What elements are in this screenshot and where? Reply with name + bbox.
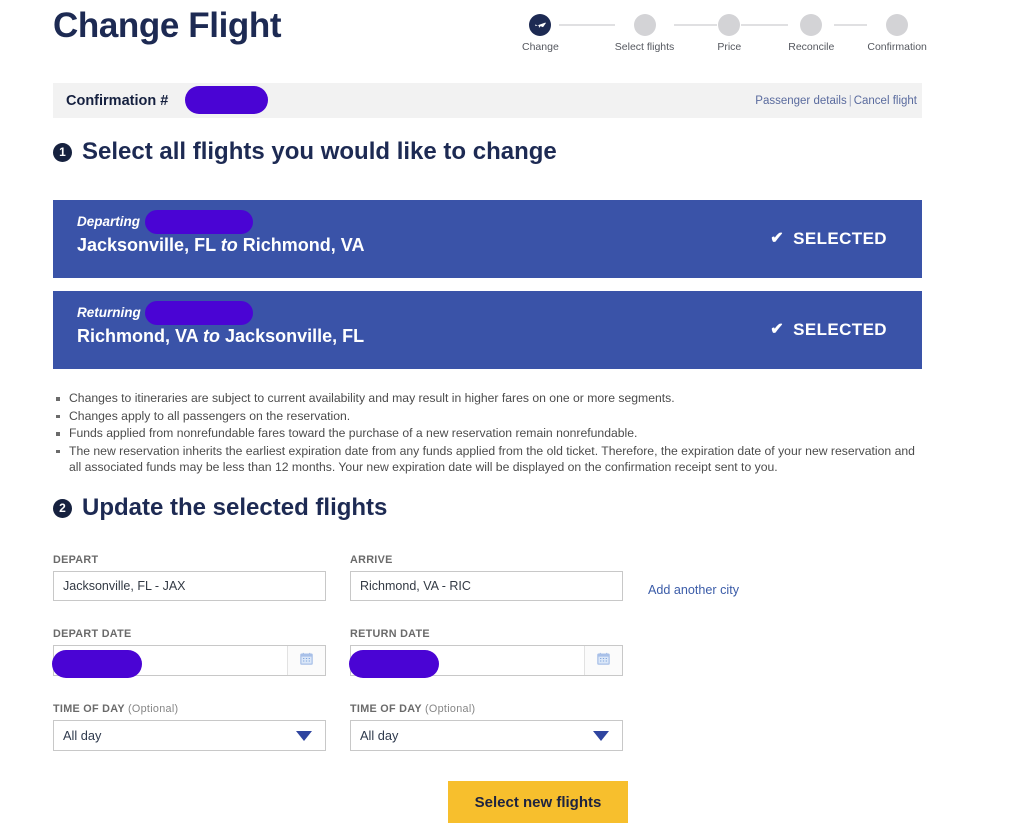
- step-label-confirmation: Confirmation: [867, 41, 927, 53]
- arrive-label: ARRIVE: [350, 554, 393, 566]
- section-one-heading: 1 Select all flights you would like to c…: [53, 138, 557, 166]
- confirmation-bar-links: Passenger details | Cancel flight: [755, 95, 917, 107]
- redaction-confirmation-number: [185, 86, 268, 114]
- list-item: Changes to itineraries are subject to cu…: [53, 390, 925, 407]
- returning-destination: Jacksonville, FL: [225, 326, 365, 346]
- step-connector-1: [558, 24, 615, 26]
- select-new-flights-button[interactable]: Select new flights: [448, 781, 628, 823]
- change-policy-notes: Changes to itineraries are subject to cu…: [53, 390, 925, 477]
- departing-selected-badge: ✔ SELECTED: [770, 229, 887, 249]
- depart-field-group: DEPART: [53, 554, 326, 601]
- time-of-day-depart-optional: (Optional): [128, 703, 179, 715]
- time-of-day-return-group: TIME OF DAY (Optional) All day: [350, 703, 623, 751]
- check-icon: ✔: [770, 321, 785, 338]
- time-of-day-return-select[interactable]: All day: [350, 720, 623, 751]
- depart-date-label: DEPART DATE: [53, 628, 132, 640]
- arrive-field-group: ARRIVE: [350, 554, 623, 601]
- depart-input[interactable]: [53, 571, 326, 601]
- returning-selected-label: SELECTED: [793, 320, 887, 339]
- list-item: The new reservation inherits the earlies…: [53, 443, 925, 476]
- add-another-city-link[interactable]: Add another city: [648, 583, 739, 597]
- time-of-day-depart-group: TIME OF DAY (Optional) All day: [53, 703, 326, 751]
- returning-selected-badge: ✔ SELECTED: [770, 320, 887, 340]
- departing-connector: to: [220, 235, 238, 255]
- step-dot-select-flights: [633, 14, 656, 36]
- chevron-down-icon: [593, 730, 609, 741]
- step-change[interactable]: Change: [522, 14, 559, 53]
- time-of-day-return-label-text: TIME OF DAY: [350, 703, 422, 715]
- step-connector-2: [674, 24, 718, 26]
- returning-origin: Richmond, VA: [77, 326, 198, 346]
- time-of-day-depart-label: TIME OF DAY (Optional): [53, 703, 326, 715]
- calendar-icon: [596, 651, 611, 671]
- return-date-calendar-button[interactable]: [584, 646, 622, 675]
- depart-date-calendar-button[interactable]: [287, 646, 325, 675]
- returning-connector: to: [203, 326, 221, 346]
- calendar-icon: [299, 651, 314, 671]
- step-label-price: Price: [717, 41, 742, 53]
- step-price[interactable]: Price: [717, 14, 741, 53]
- confirmation-bar: Confirmation # Passenger details | Cancel …: [53, 83, 922, 118]
- progress-stepper: Change Select flights Price Reconcile Co: [522, 14, 927, 53]
- time-of-day-return-value: All day: [360, 728, 399, 743]
- section-two-number: 2: [53, 498, 72, 518]
- flight-card-returning-route: Richmond, VA to Jacksonville, FL: [77, 325, 364, 347]
- page-title: Change Flight: [53, 6, 282, 45]
- list-item: Funds applied from nonrefundable fares t…: [53, 425, 925, 442]
- departing-selected-label: SELECTED: [793, 229, 887, 248]
- arrive-input[interactable]: [350, 571, 623, 601]
- cancel-flight-link[interactable]: Cancel flight: [854, 95, 917, 107]
- step-label-reconcile: Reconcile: [788, 41, 835, 53]
- time-of-day-depart-select[interactable]: All day: [53, 720, 326, 751]
- section-one-title: Select all flights you would like to cha…: [82, 138, 557, 165]
- section-two-title: Update the selected flights: [82, 494, 388, 521]
- redaction-depart-date: [52, 650, 142, 678]
- redaction-returning-date: [145, 301, 253, 325]
- step-label-select-flights: Select flights: [614, 41, 675, 53]
- departing-destination: Richmond, VA: [242, 235, 365, 255]
- confirmation-number-label: Confirmation #: [66, 92, 169, 109]
- time-of-day-depart-label-text: TIME OF DAY: [53, 703, 125, 715]
- passenger-details-link[interactable]: Passenger details: [755, 95, 846, 107]
- change-flight-page: Change Flight Change Select flights Pric…: [0, 0, 1024, 834]
- step-confirmation[interactable]: Confirmation: [867, 14, 927, 53]
- redaction-departing-date: [145, 210, 253, 234]
- step-connector-4: [834, 24, 868, 26]
- return-date-label: RETURN DATE: [350, 628, 430, 640]
- list-item: Changes apply to all passengers on the r…: [53, 408, 925, 425]
- step-dot-confirmation: [886, 14, 909, 36]
- step-dot-change: [529, 14, 552, 36]
- time-of-day-return-optional: (Optional): [425, 703, 476, 715]
- check-icon: ✔: [770, 230, 785, 247]
- airplane-icon: [534, 19, 547, 32]
- step-dot-reconcile: [800, 14, 823, 36]
- step-dot-price: [718, 14, 741, 36]
- section-two-heading: 2 Update the selected flights: [53, 494, 387, 522]
- depart-label: DEPART: [53, 554, 99, 566]
- time-of-day-return-label: TIME OF DAY (Optional): [350, 703, 623, 715]
- step-reconcile[interactable]: Reconcile: [788, 14, 834, 53]
- step-label-change: Change: [522, 41, 559, 53]
- time-of-day-depart-value: All day: [63, 728, 102, 743]
- section-one-number: 1: [53, 142, 72, 162]
- departing-origin: Jacksonville, FL: [77, 235, 216, 255]
- chevron-down-icon: [296, 730, 312, 741]
- step-select-flights[interactable]: Select flights: [614, 14, 675, 53]
- link-separator: |: [848, 94, 852, 107]
- flight-card-departing-route: Jacksonville, FL to Richmond, VA: [77, 234, 364, 256]
- page-header: Change Flight Change Select flights Pric…: [0, 0, 1024, 74]
- redaction-return-date: [349, 650, 439, 678]
- step-connector-3: [741, 24, 789, 26]
